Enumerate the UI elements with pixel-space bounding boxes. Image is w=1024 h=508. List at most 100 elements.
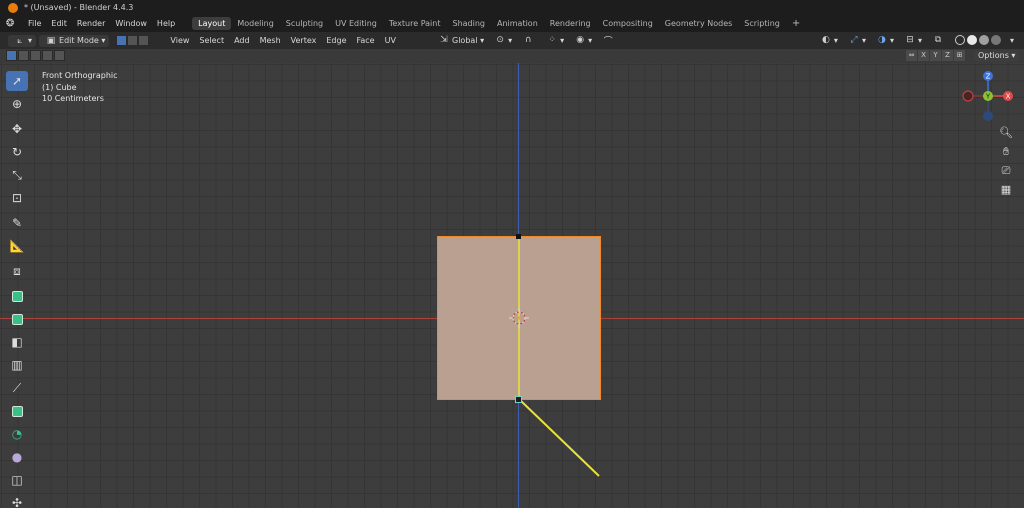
tab-texture-paint[interactable]: Texture Paint (383, 17, 447, 30)
spin-tool[interactable]: ◔ (6, 424, 28, 444)
3d-viewport[interactable]: Front Orthographic (1) Cube 10 Centimete… (0, 63, 1024, 508)
ortho-grid-icon[interactable]: ▦ (998, 182, 1014, 198)
viewport-display-controls: ◐ ▾ ⤢ ▾ ◑ ▾ ⊟ ▾ ⧉ ▾ (814, 34, 1018, 46)
edge-slide-guide-line (520, 400, 600, 477)
xray-toggle[interactable]: ⧉ (926, 34, 950, 46)
tab-shading[interactable]: Shading (446, 17, 491, 30)
snap-toggle[interactable]: ∩ (516, 34, 540, 46)
rotate-tool[interactable]: ↻ (6, 142, 28, 162)
spin-icon: ◔ (11, 427, 23, 441)
tab-geometry-nodes[interactable]: Geometry Nodes (659, 17, 738, 30)
cursor-arrow-icon: ➚ (11, 74, 23, 88)
solid-shading-icon[interactable] (966, 35, 977, 45)
pivot-dropdown[interactable]: ⊙ ▾ (488, 34, 516, 46)
mirror-x-button[interactable]: X (918, 50, 929, 61)
orientation-dropdown[interactable]: ⇲ Global ▾ (432, 34, 488, 46)
cursor-tool[interactable]: ⊕ (6, 94, 28, 114)
loop-cut-tool[interactable]: ▥ (6, 355, 28, 375)
editor-type-button[interactable]: ⟀ ▾ (8, 34, 37, 47)
gizmo-toggle[interactable]: ⤢ ▾ (842, 34, 870, 46)
menu-help[interactable]: Help (152, 19, 180, 28)
menu-uv[interactable]: UV (380, 35, 401, 47)
wireframe-shading-icon[interactable] (954, 35, 965, 45)
face-select-button[interactable] (138, 35, 150, 46)
mesh-overlay-dropdown[interactable]: ⊟ ▾ (898, 34, 926, 46)
tab-layout[interactable]: Layout (192, 17, 232, 30)
smooth-tool[interactable]: ● (6, 447, 28, 467)
gizmo-neg-x-handle[interactable] (962, 90, 974, 102)
transform-tool[interactable]: ⊡ (6, 188, 28, 208)
select-subtract-button[interactable] (30, 50, 41, 61)
select-extend-button[interactable] (18, 50, 29, 61)
orientation-icon: ⇲ (440, 35, 448, 45)
tab-uv-editing[interactable]: UV Editing (329, 17, 383, 30)
menu-window[interactable]: Window (110, 19, 152, 28)
annotate-tool[interactable]: ✎ (6, 213, 28, 233)
top-menu-bar: ❂ File Edit Render Window Help Layout Mo… (0, 15, 1024, 32)
overlay-toggle[interactable]: ◑ ▾ (870, 34, 898, 46)
axis-editor-icon: ⟀ (17, 35, 23, 46)
menu-file[interactable]: File (23, 19, 46, 28)
tab-modeling[interactable]: Modeling (231, 17, 279, 30)
select-box-tool[interactable]: ➚ (6, 71, 28, 91)
blender-menu-icon[interactable]: ❂ (6, 18, 17, 29)
gizmo-neg-z-handle[interactable] (983, 111, 993, 121)
bevel-tool[interactable]: ◧ (6, 332, 28, 352)
annotate-pen-icon: ✎ (11, 216, 23, 230)
shading-modes (950, 34, 1006, 46)
select-difference-button[interactable] (42, 50, 53, 61)
shading-options-dropdown[interactable]: ▾ (1006, 34, 1018, 46)
menu-view[interactable]: View (165, 35, 194, 47)
edge-select-button[interactable] (127, 35, 139, 46)
camera-view-icon[interactable]: ⎚ (998, 163, 1014, 179)
tab-scripting[interactable]: Scripting (738, 17, 786, 30)
snap-target-dropdown[interactable]: ⁘ ▾ (540, 34, 568, 46)
select-intersect-button[interactable] (54, 50, 65, 61)
mode-dropdown[interactable]: ▣ Edit Mode ▾ (39, 34, 110, 47)
knife-tool[interactable]: ⟋ (6, 378, 28, 398)
mirror-y-button[interactable]: Y (930, 50, 941, 61)
falloff-dropdown[interactable]: ⌒ (596, 34, 620, 47)
menu-select[interactable]: Select (194, 35, 229, 47)
material-shading-icon[interactable] (978, 35, 989, 45)
menu-edit[interactable]: Edit (46, 19, 72, 28)
tab-compositing[interactable]: Compositing (597, 17, 659, 30)
vertex-select-button[interactable] (116, 35, 128, 46)
menu-render[interactable]: Render (72, 19, 110, 28)
transform-icon: ⊡ (11, 191, 23, 205)
menu-edge[interactable]: Edge (321, 35, 351, 47)
add-cube-tool[interactable]: ⧈ (6, 261, 28, 281)
extrude-region-tool[interactable] (6, 286, 28, 306)
title-bar: * (Unsaved) - Blender 4.4.3 (0, 0, 1024, 15)
tab-animation[interactable]: Animation (491, 17, 544, 30)
menu-add[interactable]: Add (229, 35, 255, 47)
menu-mesh[interactable]: Mesh (255, 35, 286, 47)
3d-cursor-icon: ⊕ (11, 97, 23, 111)
options-dropdown[interactable]: Options ▾ (974, 50, 1020, 62)
shear-tool[interactable]: ◫ (6, 470, 28, 490)
scale-tool[interactable]: ⤡ (6, 165, 28, 185)
menu-face[interactable]: Face (352, 35, 380, 47)
select-new-button[interactable] (6, 50, 17, 61)
rip-tool[interactable]: ✣ (6, 493, 28, 508)
pan-hand-icon[interactable]: ✋︎ (998, 144, 1014, 160)
proportional-edit-toggle[interactable]: ◉ ▾ (568, 34, 596, 46)
add-workspace-button[interactable]: + (786, 18, 806, 29)
rendered-shading-icon[interactable] (990, 35, 1001, 45)
measure-tool[interactable]: 📐 (6, 236, 28, 256)
tab-sculpting[interactable]: Sculpting (280, 17, 329, 30)
menu-vertex[interactable]: Vertex (286, 35, 322, 47)
inset-faces-tool[interactable] (6, 309, 28, 329)
navigation-gizmo[interactable]: Z X Y (962, 69, 1016, 123)
gizmo-x-label: X (1006, 93, 1011, 101)
tab-rendering[interactable]: Rendering (544, 17, 597, 30)
zoom-icon[interactable]: 🔍︎ (998, 125, 1014, 141)
vertex-top[interactable] (516, 234, 521, 239)
visibility-dropdown[interactable]: ◐ ▾ (814, 34, 842, 46)
vertex-active[interactable] (515, 396, 522, 403)
mirror-settings-icon[interactable]: ⊞ (954, 50, 965, 61)
mirror-z-button[interactable]: Z (942, 50, 953, 61)
move-tool[interactable]: ✥ (6, 119, 28, 139)
viewport-header: ⟀ ▾ ▣ Edit Mode ▾ View Select Add Mesh Ve… (0, 32, 1024, 49)
poly-build-tool[interactable] (6, 401, 28, 421)
